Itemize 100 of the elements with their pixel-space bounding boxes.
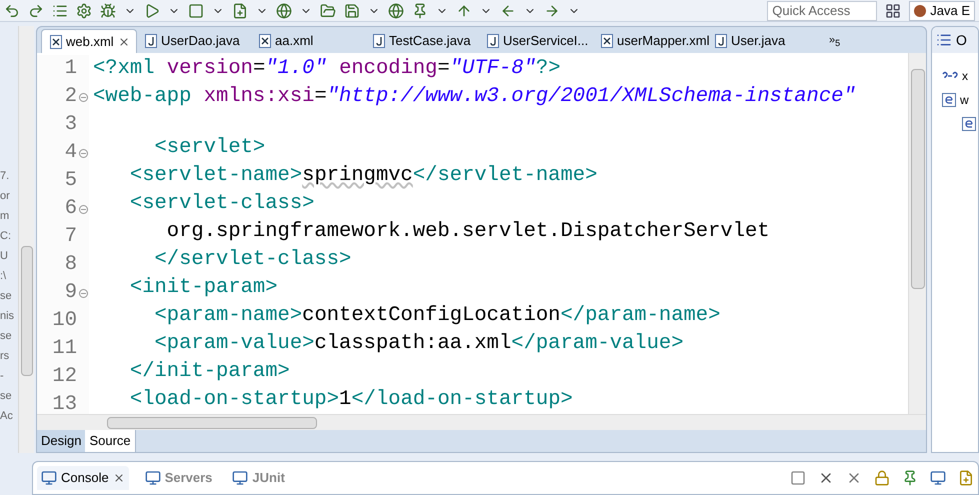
- scrollbar-thumb[interactable]: [20, 246, 32, 376]
- editor-tab[interactable]: UserServiceI...: [479, 29, 593, 53]
- element-icon: [942, 93, 956, 107]
- code-token: encoding: [338, 56, 438, 82]
- tab-label: JUnit: [252, 469, 285, 488]
- code-token: "http://www.w3.org/2001/XMLSchema-instance": [326, 84, 856, 110]
- code-token: =: [437, 56, 450, 82]
- perspective-button[interactable]: Java E: [909, 0, 975, 20]
- close-icon[interactable]: [112, 472, 125, 484]
- new-file-icon[interactable]: [232, 2, 248, 18]
- clipped-text: rs: [0, 349, 10, 364]
- console-tab[interactable]: Console: [37, 466, 129, 490]
- tab-label: aa.xml: [275, 32, 314, 50]
- editor-tab[interactable]: web.xml: [41, 29, 137, 53]
- globe-icon[interactable]: [276, 2, 292, 18]
- tab-label: UserDao.java: [161, 32, 240, 50]
- view-tab[interactable]: Design: [37, 430, 86, 452]
- coffee-icon: [914, 4, 926, 16]
- undo-icon[interactable]: [4, 2, 20, 18]
- code-token: </param-name>: [560, 303, 720, 329]
- folder-icon[interactable]: [320, 2, 336, 18]
- open-perspective-icon[interactable]: [885, 2, 902, 18]
- fold-toggle-icon[interactable]: [78, 288, 88, 298]
- fold-toggle-icon[interactable]: [78, 204, 88, 214]
- line-number: 12: [52, 364, 77, 390]
- java-file-icon: [487, 34, 499, 48]
- editor-tab[interactable]: aa.xml: [251, 29, 365, 53]
- clipped-text: or: [0, 189, 11, 204]
- line-number: 6: [64, 196, 77, 222]
- code-token: org.springframework.web.servlet.DispatcherServlet: [166, 219, 770, 245]
- panel-icon: [144, 470, 161, 486]
- editor-tab[interactable]: userMapper.xml: [593, 29, 707, 53]
- editor-tab[interactable]: User.java: [707, 29, 821, 53]
- fold-toggle-icon[interactable]: [78, 148, 88, 158]
- xml-file-icon: [259, 34, 271, 48]
- code-token: xmlns:xsi: [204, 84, 314, 110]
- forward-icon[interactable]: [544, 2, 560, 18]
- display-console-icon[interactable]: [930, 470, 946, 486]
- back-icon[interactable]: [500, 2, 516, 18]
- save-icon[interactable]: [344, 2, 360, 18]
- code-token: 1: [339, 387, 352, 413]
- clipped-text: U: [0, 249, 9, 264]
- line-number: 7: [64, 224, 77, 250]
- java-file-icon: [373, 34, 385, 48]
- horizontal-scrollbar[interactable]: [37, 414, 926, 430]
- code-token: </servlet-class>: [154, 247, 352, 273]
- outline-icon: [936, 32, 952, 48]
- editor-tab[interactable]: UserDao.java: [137, 29, 251, 53]
- tab-label: UserServiceI...: [503, 32, 588, 50]
- pin-icon[interactable]: [412, 2, 428, 18]
- quick-access-field[interactable]: Quick Access: [767, 0, 878, 20]
- code-token: <load-on-startup>: [128, 387, 340, 413]
- element-icon: [962, 117, 976, 131]
- view-tab[interactable]: Source: [85, 430, 136, 452]
- code-token: <param-value>: [154, 331, 314, 357]
- debug-icon[interactable]: [100, 2, 116, 18]
- java-file-icon: [715, 34, 727, 48]
- new-console-icon[interactable]: [958, 470, 974, 486]
- settings-icon[interactable]: [76, 2, 92, 18]
- line-number: 13: [52, 392, 77, 414]
- xml-file-icon: [601, 34, 613, 48]
- stop-icon[interactable]: [188, 2, 204, 18]
- clipped-text: se: [0, 329, 13, 344]
- console-tab[interactable]: Servers: [140, 466, 216, 490]
- line-number: 5: [64, 168, 77, 194]
- clipped-text: m: [0, 209, 10, 224]
- line-number: 11: [52, 336, 77, 362]
- clipped-text: nis: [0, 309, 16, 324]
- tab-label: userMapper.xml: [617, 32, 710, 50]
- pin-icon[interactable]: [902, 470, 918, 486]
- scrollbar[interactable]: [18, 26, 34, 453]
- clipped-text: C:: [0, 229, 12, 244]
- code-token: "UTF-8": [450, 56, 536, 82]
- scrollbar-thumb[interactable]: [910, 69, 924, 289]
- run-icon[interactable]: [144, 2, 160, 18]
- outline-item[interactable]: x: [962, 67, 968, 85]
- code-token: contextConfigLocation: [302, 303, 560, 329]
- outline-item[interactable]: w: [960, 91, 969, 109]
- console-tab[interactable]: JUnit: [228, 466, 289, 490]
- scroll-lock-icon[interactable]: [874, 470, 890, 486]
- clipped-text: 7.: [0, 169, 10, 184]
- web-browser-icon[interactable]: [388, 2, 404, 18]
- tab-label: Servers: [164, 469, 212, 488]
- code-token: springmvc: [302, 163, 413, 189]
- vertical-scrollbar[interactable]: [908, 53, 926, 414]
- code-token: <?xml: [93, 56, 156, 82]
- java-file-icon: [145, 34, 157, 48]
- xml-file-icon: [50, 34, 62, 48]
- editor-tab[interactable]: TestCase.java: [365, 29, 479, 53]
- scrollbar-thumb[interactable]: [107, 416, 317, 428]
- fold-toggle-icon[interactable]: [78, 92, 88, 102]
- list-icon[interactable]: [52, 2, 68, 18]
- line-number: 3: [64, 112, 77, 138]
- stop-icon[interactable]: [790, 470, 806, 486]
- code-token: <web-app: [93, 84, 192, 110]
- panel-title[interactable]: O: [956, 30, 967, 50]
- code-token: ?>: [536, 56, 561, 82]
- close-icon[interactable]: [118, 36, 130, 48]
- code-token: classpath:aa.xml: [314, 331, 512, 357]
- redo-icon[interactable]: [28, 2, 44, 18]
